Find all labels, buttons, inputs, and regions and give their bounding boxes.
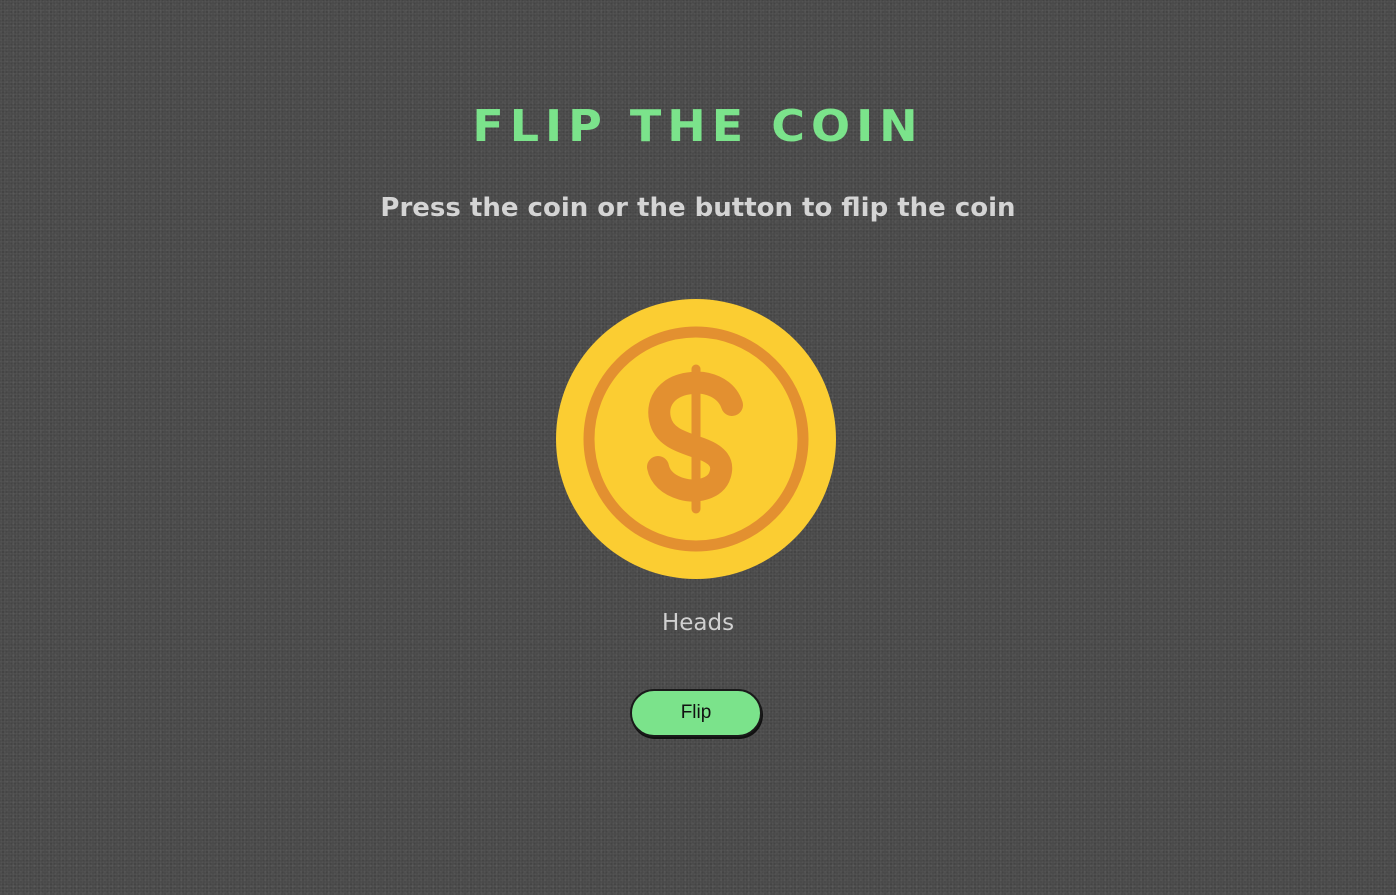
flip-button[interactable]: Flip [630, 689, 762, 737]
coin-button[interactable] [556, 299, 836, 579]
page: FLIP THE COIN Press the coin or the butt… [0, 0, 1396, 895]
dollar-coin-icon [556, 299, 836, 579]
page-title: FLIP THE COIN [472, 100, 924, 152]
result-text: Heads [661, 610, 735, 636]
page-subtitle: Press the coin or the button to flip the… [380, 193, 1016, 223]
